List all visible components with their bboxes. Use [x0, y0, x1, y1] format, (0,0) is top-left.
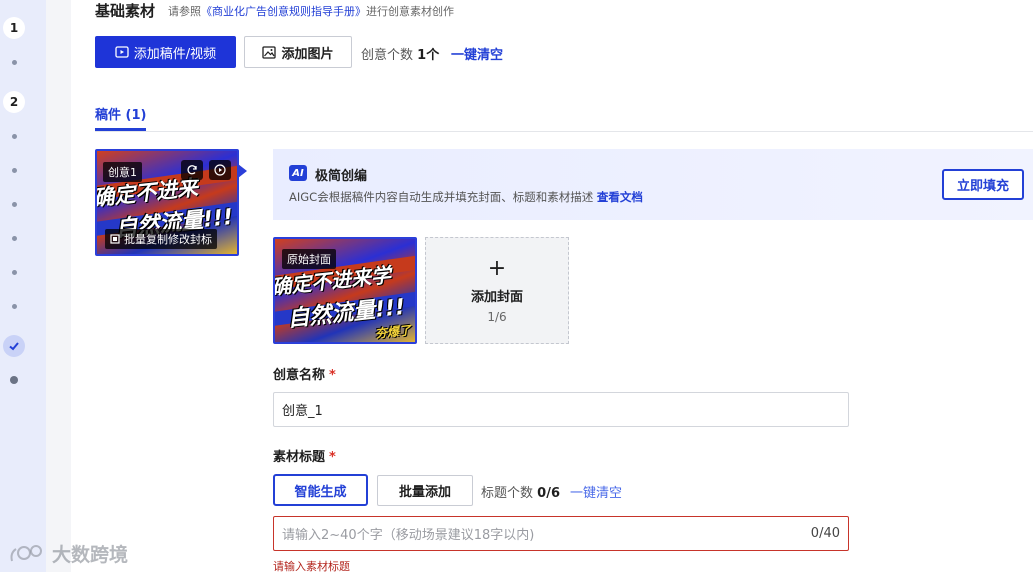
step-dot[interactable] — [0, 294, 28, 318]
tab-manuscripts[interactable]: 稿件 (1) — [95, 104, 146, 123]
add-image-button[interactable]: 添加图片 — [244, 36, 352, 68]
title-placeholder: 请输入2~40个字（移动场景建议18字以内) — [282, 528, 535, 543]
ai-description: AIGC会根据稿件内容自动生成并填充封面、标题和素材描述 查看文档 — [289, 190, 643, 204]
fill-now-button[interactable]: 立即填充 — [942, 169, 1024, 200]
cover-count: 1/6 — [487, 309, 507, 324]
step-dot[interactable] — [0, 260, 28, 284]
batch-add-button[interactable]: 批量添加 — [377, 475, 473, 506]
step-dot[interactable] — [0, 192, 28, 216]
ai-title: 极简创编 — [315, 169, 368, 184]
original-cover[interactable]: 确定不进来学 自然流量!!! 夯爆了 原始封面 — [273, 237, 417, 344]
smart-generate-button[interactable]: 智能生成 — [273, 474, 368, 506]
step-complete[interactable] — [0, 334, 28, 358]
step-number: 1 — [3, 17, 25, 39]
title-clear-link[interactable]: 一键清空 — [570, 482, 622, 501]
step-dot[interactable] — [0, 124, 28, 148]
step-rail: 1 2 — [0, 0, 46, 572]
step-number: 2 — [3, 91, 25, 113]
creative-count: 创意个数 1个 — [361, 48, 440, 63]
cover-text: 夯爆了 — [374, 323, 412, 341]
batch-edit-cover-button[interactable]: 批量复制修改封标 — [105, 229, 217, 249]
step-dot[interactable] — [0, 226, 28, 250]
play-icon[interactable] — [209, 160, 231, 180]
check-icon — [3, 335, 25, 357]
ai-banner: AI 极简创编 AIGC会根据稿件内容自动生成并填充封面、标题和素材描述 查看文… — [273, 149, 1033, 220]
material-title-input[interactable]: 请输入2~40个字（移动场景建议18字以内) 0/40 — [273, 516, 849, 551]
watermark: 大数跨境 — [8, 540, 128, 567]
page: 1 2 基础素材 请参照《商业化广告创意规则指导手册》进行创意素材创作 添加稿件… — [0, 0, 1033, 572]
step-dot[interactable] — [0, 158, 28, 182]
original-cover-tag: 原始封面 — [282, 249, 336, 269]
card-pointer — [238, 164, 247, 178]
plus-icon: + — [487, 255, 507, 281]
refresh-icon[interactable] — [181, 160, 203, 180]
creative-name-input[interactable]: 创意_1 — [273, 392, 849, 427]
section-subtitle: 请参照《商业化广告创意规则指导手册》进行创意素材创作 — [168, 5, 454, 18]
view-docs-link[interactable]: 查看文档 — [597, 190, 643, 204]
add-video-button[interactable]: 添加稿件/视频 — [95, 36, 236, 68]
material-title-label: 素材标题 * — [273, 450, 336, 465]
step-dot[interactable] — [0, 50, 28, 74]
add-cover-label: 添加封面 — [470, 289, 523, 305]
creative-name-label: 创意名称 * — [273, 368, 336, 383]
creative-card[interactable]: 确定不进来 自然流量!!! 创意1 批量复制修改封标 — [95, 149, 239, 256]
tab-active-indicator — [95, 128, 146, 131]
clear-all-link[interactable]: 一键清空 — [451, 44, 503, 63]
title-count: 标题个数 0/6 — [481, 486, 560, 501]
ai-icon: AI — [289, 165, 307, 181]
copy-icon — [110, 234, 120, 244]
watermark-logo-icon — [10, 544, 42, 561]
rail-gutter — [46, 0, 71, 572]
step-1[interactable]: 1 — [0, 16, 28, 40]
tabs-divider — [95, 131, 1033, 132]
step-dot[interactable] — [0, 368, 28, 392]
title-error-message: 请输入素材标题 — [273, 560, 350, 572]
image-icon — [262, 45, 277, 59]
guide-link[interactable]: 《商业化广告创意规则指导手册》 — [201, 5, 366, 18]
section-title: 基础素材 — [95, 2, 156, 20]
title-char-counter: 0/40 — [810, 526, 840, 541]
creative-tag: 创意1 — [103, 162, 142, 182]
add-cover-button[interactable]: + 添加封面 1/6 — [425, 237, 569, 344]
video-icon — [115, 46, 129, 58]
step-2[interactable]: 2 — [0, 90, 28, 114]
